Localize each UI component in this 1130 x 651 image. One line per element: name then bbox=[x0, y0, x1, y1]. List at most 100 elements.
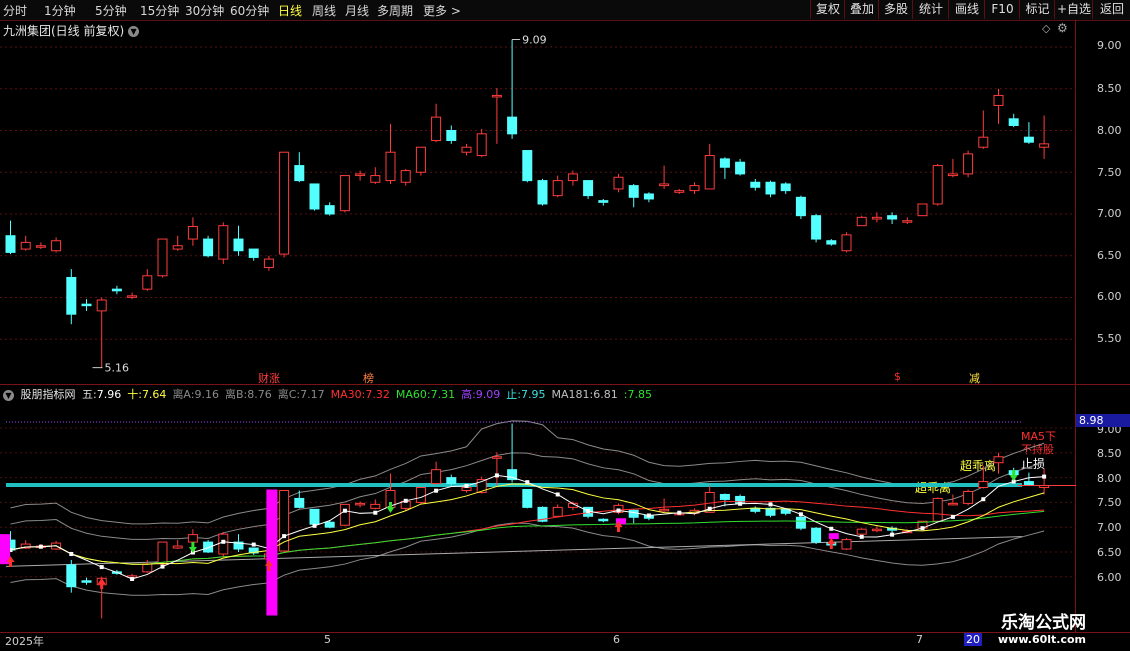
price-tick: 7.50 bbox=[1097, 166, 1122, 179]
ma5-dot bbox=[798, 512, 803, 517]
ma5-dot bbox=[890, 532, 895, 537]
candle-body bbox=[96, 299, 107, 312]
candle-body bbox=[385, 151, 396, 182]
ind-candle-body bbox=[598, 518, 609, 522]
ind-candle-body bbox=[841, 539, 852, 550]
candle-body bbox=[871, 216, 882, 220]
candle-body bbox=[689, 185, 700, 192]
ind-candle-body bbox=[947, 502, 958, 506]
ma5-dot bbox=[950, 514, 955, 519]
price-tick: 6.00 bbox=[1097, 290, 1122, 303]
candle-body bbox=[795, 196, 806, 217]
ind-tick: 8.00 bbox=[1097, 472, 1122, 485]
candle-body bbox=[476, 133, 487, 157]
arrow-icon bbox=[827, 538, 836, 549]
ind-candle-body bbox=[522, 489, 533, 508]
ma5-dot bbox=[494, 473, 499, 478]
candle-body bbox=[659, 183, 670, 187]
candle-body bbox=[719, 158, 730, 168]
ma5-dot bbox=[1042, 474, 1047, 479]
signal-bar bbox=[828, 533, 839, 540]
candle-body bbox=[203, 238, 214, 257]
candle-body bbox=[552, 180, 563, 197]
ind-candle-body bbox=[66, 564, 77, 588]
candle-body bbox=[461, 146, 472, 153]
candle-body bbox=[522, 150, 533, 182]
candle-body bbox=[309, 183, 320, 210]
candle-body bbox=[400, 170, 411, 183]
ma5-dot bbox=[282, 534, 287, 539]
ind-candle-body bbox=[871, 528, 882, 532]
candle-body bbox=[674, 190, 685, 193]
candle-body bbox=[66, 276, 77, 315]
candle-body bbox=[157, 238, 168, 277]
ind-candle-body bbox=[203, 541, 214, 553]
candle-body bbox=[446, 130, 457, 142]
candle-body bbox=[1023, 136, 1034, 143]
candle-body bbox=[294, 165, 305, 182]
candle-body bbox=[142, 275, 153, 290]
price-tick: 7.00 bbox=[1097, 207, 1122, 220]
ind-candle-body bbox=[795, 516, 806, 529]
price-tick: 5.50 bbox=[1097, 332, 1122, 345]
candle-body bbox=[127, 295, 138, 298]
ind-candle-body bbox=[856, 528, 867, 535]
candle-body bbox=[963, 153, 974, 175]
candle-body bbox=[887, 215, 898, 220]
ind-tick: 8.50 bbox=[1097, 447, 1122, 460]
candle-body bbox=[537, 180, 548, 205]
ma5-dot bbox=[342, 508, 347, 513]
date-axis bbox=[0, 632, 1130, 651]
ma5-dot bbox=[160, 564, 165, 569]
ma5-dot bbox=[38, 544, 43, 549]
candle-body bbox=[735, 161, 746, 175]
ind-candle-body bbox=[491, 456, 502, 459]
ind-candle-body bbox=[370, 503, 381, 509]
ma5-dot bbox=[525, 480, 530, 485]
candle-body bbox=[598, 200, 609, 203]
ind-candle-body bbox=[81, 580, 92, 583]
candle-body bbox=[35, 245, 46, 248]
candle-body bbox=[826, 240, 837, 245]
candle-body bbox=[993, 94, 1004, 106]
candle-body bbox=[811, 215, 822, 240]
date-label-current: 20 bbox=[964, 633, 982, 646]
candle-body bbox=[567, 173, 578, 182]
ma5-dot bbox=[707, 506, 712, 511]
candle-body bbox=[491, 94, 502, 98]
candle-body bbox=[233, 238, 244, 252]
ind-candle-body bbox=[963, 490, 974, 504]
candle-body bbox=[172, 245, 183, 250]
watermark-url: www.60lt.com bbox=[998, 633, 1087, 646]
candle-body bbox=[765, 181, 776, 195]
candle-body bbox=[263, 258, 274, 268]
ind-candle-body bbox=[355, 502, 366, 506]
back-button[interactable]: 返回 bbox=[1092, 0, 1130, 19]
ind-candle-body bbox=[628, 509, 639, 518]
candle-body bbox=[111, 288, 122, 292]
ma5-dot bbox=[616, 508, 621, 513]
candlestick-chart[interactable]: 9.09 5.16 bbox=[0, 0, 1076, 632]
candle-body bbox=[1008, 118, 1019, 126]
candle-body bbox=[583, 180, 594, 197]
ind-candle-body bbox=[294, 497, 305, 508]
ind-candle-body bbox=[157, 541, 168, 565]
candle-body bbox=[613, 176, 624, 190]
candle-body bbox=[978, 136, 989, 148]
ma5-dot bbox=[981, 497, 986, 502]
ma5-dot bbox=[99, 565, 104, 570]
price-tick: 6.50 bbox=[1097, 249, 1122, 262]
candle-body bbox=[902, 220, 913, 223]
ind-tick: 7.00 bbox=[1097, 521, 1122, 534]
date-label: 6 bbox=[613, 633, 620, 646]
date-label: 7 bbox=[916, 633, 923, 646]
ma5-dot bbox=[646, 513, 651, 518]
ma5-dot bbox=[738, 501, 743, 506]
candle-body bbox=[187, 226, 198, 240]
ma5-dot bbox=[373, 510, 378, 515]
candle-body bbox=[248, 248, 259, 258]
ind-candle-body bbox=[309, 508, 320, 525]
price-tick: 8.50 bbox=[1097, 82, 1122, 95]
ma5-dot bbox=[768, 502, 773, 507]
candle-body bbox=[370, 175, 381, 183]
